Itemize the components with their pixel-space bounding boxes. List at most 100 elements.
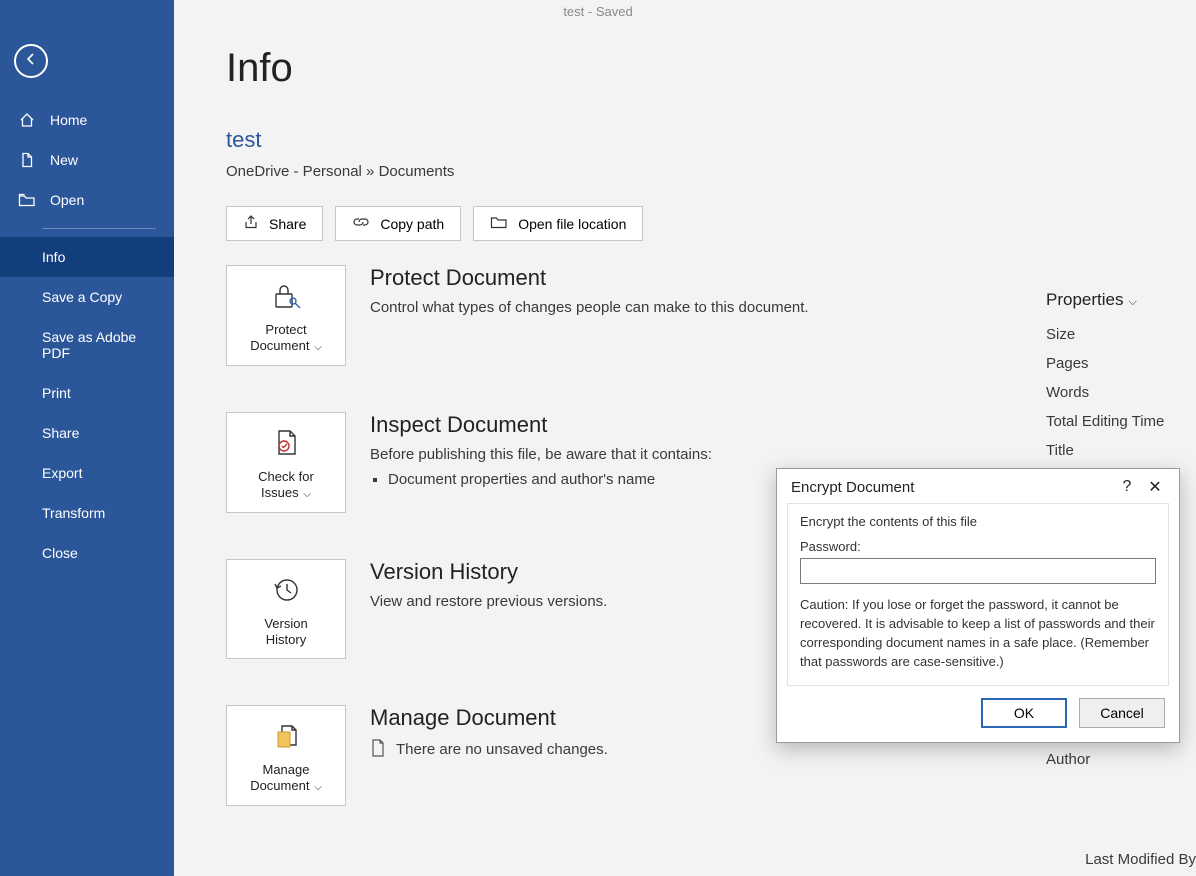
cancel-button[interactable]: Cancel	[1079, 698, 1165, 728]
chevron-down-icon: ⌵	[311, 782, 321, 793]
version-history-body: Version History View and restore previou…	[370, 559, 607, 610]
property-title: Title	[1046, 442, 1196, 459]
close-icon: ✕	[1148, 479, 1161, 496]
property-author: Author	[1046, 751, 1196, 768]
section-title: Protect Document	[370, 265, 809, 291]
copy-path-button[interactable]: Copy path	[335, 206, 461, 241]
documents-stack-icon	[233, 718, 339, 754]
tile-label-line2: Document	[250, 338, 309, 353]
sidebar-item-label: New	[50, 152, 78, 168]
document-name: test	[226, 127, 1196, 153]
folder-icon	[490, 215, 508, 232]
sidebar-item-close[interactable]: Close	[0, 533, 174, 573]
section-title: Manage Document	[370, 705, 608, 731]
sidebar-item-open[interactable]: Open	[0, 180, 174, 220]
sidebar-item-label: Transform	[42, 505, 105, 521]
protect-document-tile[interactable]: Protect Document ⌵	[226, 265, 346, 366]
section-description: View and restore previous versions.	[370, 593, 607, 610]
chevron-down-icon: ⌵	[311, 342, 321, 353]
arrow-left-icon	[23, 51, 39, 72]
sidebar-item-share[interactable]: Share	[0, 413, 174, 453]
link-icon	[352, 215, 370, 232]
page-title: Info	[226, 46, 1196, 91]
tile-label-line1: Manage	[263, 762, 310, 777]
tile-label-line2: Issues	[261, 485, 299, 500]
protect-document-body: Protect Document Control what types of c…	[370, 265, 809, 316]
title-bar-text: test - Saved	[563, 4, 632, 19]
sidebar-list: Home New Open Info Save a Copy Save as A…	[0, 100, 174, 573]
chevron-down-icon: ⌵	[301, 489, 311, 500]
manage-document-body: Manage Document There are no unsaved cha…	[370, 705, 608, 761]
tile-label-line2: Document	[250, 778, 309, 793]
inspect-document-body: Inspect Document Before publishing this …	[370, 412, 712, 488]
file-new-icon	[18, 152, 36, 168]
sidebar-item-export[interactable]: Export	[0, 453, 174, 493]
inspect-bullet-item: Document properties and author's name	[388, 471, 712, 488]
action-row: Share Copy path Open file location	[226, 206, 1196, 241]
sidebar-item-label: Close	[42, 545, 78, 561]
manage-desc-text: There are no unsaved changes.	[396, 741, 608, 758]
document-small-icon	[370, 739, 386, 761]
inspect-bullet-list: Document properties and author's name	[388, 471, 712, 488]
dialog-body: Encrypt the contents of this file Passwo…	[787, 503, 1169, 686]
section-description: Before publishing this file, be aware th…	[370, 446, 712, 463]
dialog-help-button[interactable]: ?	[1113, 478, 1141, 496]
sidebar-item-new[interactable]: New	[0, 140, 174, 180]
sidebar-item-transform[interactable]: Transform	[0, 493, 174, 533]
sidebar-item-home[interactable]: Home	[0, 100, 174, 140]
sidebar-item-label: Home	[50, 112, 87, 128]
dialog-titlebar[interactable]: Encrypt Document ? ✕	[777, 469, 1179, 503]
home-icon	[18, 112, 36, 128]
tile-label-line1: Version	[264, 616, 307, 631]
properties-label: Properties	[1046, 290, 1123, 309]
info-main: Info test OneDrive - Personal » Document…	[174, 28, 1196, 876]
section-description: There are no unsaved changes.	[370, 739, 608, 761]
dialog-button-row: OK Cancel	[777, 686, 1179, 742]
title-bar: test - Saved	[0, 0, 1196, 28]
sidebar-item-label: Print	[42, 385, 71, 401]
section-description: Control what types of changes people can…	[370, 299, 809, 316]
section-title: Inspect Document	[370, 412, 712, 438]
sidebar-item-print[interactable]: Print	[0, 373, 174, 413]
chevron-down-icon: ⌵	[1125, 296, 1136, 308]
property-total-editing-time: Total Editing Time	[1046, 413, 1196, 430]
section-title: Version History	[370, 559, 607, 585]
button-label: Copy path	[380, 216, 444, 232]
sidebar-item-save-as-adobe-pdf[interactable]: Save as Adobe PDF	[0, 317, 174, 373]
sidebar-item-label: Open	[50, 192, 84, 208]
sidebar-divider	[42, 228, 156, 229]
share-icon	[243, 214, 259, 233]
dialog-close-button[interactable]: ✕	[1141, 477, 1169, 497]
sidebar-item-label: Info	[42, 249, 65, 265]
sidebar-item-save-a-copy[interactable]: Save a Copy	[0, 277, 174, 317]
folder-open-icon	[18, 192, 36, 208]
encrypt-document-dialog: Encrypt Document ? ✕ Encrypt the content…	[776, 468, 1180, 743]
ok-button[interactable]: OK	[981, 698, 1067, 728]
check-for-issues-tile[interactable]: Check for Issues ⌵	[226, 412, 346, 513]
backstage-sidebar: Home New Open Info Save a Copy Save as A…	[0, 0, 174, 876]
sidebar-item-label: Save a Copy	[42, 289, 122, 305]
password-label: Password:	[800, 539, 1156, 554]
sidebar-item-label: Export	[42, 465, 82, 481]
breadcrumb: OneDrive - Personal » Documents	[226, 163, 1196, 180]
share-button[interactable]: Share	[226, 206, 323, 241]
property-pages: Pages	[1046, 355, 1196, 372]
password-input[interactable]	[800, 558, 1156, 584]
sidebar-item-info[interactable]: Info	[0, 237, 174, 277]
button-label: Open file location	[518, 216, 626, 232]
sidebar-item-label: Save as Adobe PDF	[42, 329, 156, 361]
lock-key-icon	[233, 278, 339, 314]
version-history-tile[interactable]: Version History	[226, 559, 346, 660]
password-caution-text: Caution: If you lose or forget the passw…	[800, 596, 1156, 671]
property-words: Words	[1046, 384, 1196, 401]
back-button[interactable]	[14, 44, 48, 78]
properties-dropdown[interactable]: Properties ⌵	[1046, 290, 1196, 310]
open-file-location-button[interactable]: Open file location	[473, 206, 643, 241]
history-icon	[233, 572, 339, 608]
manage-document-tile[interactable]: Manage Document ⌵	[226, 705, 346, 806]
tile-label-line1: Protect	[265, 322, 306, 337]
sidebar-item-label: Share	[42, 425, 79, 441]
document-check-icon	[233, 425, 339, 461]
dialog-group-title: Encrypt the contents of this file	[800, 514, 1156, 529]
last-modified-by-label: Last Modified By	[1085, 851, 1196, 868]
